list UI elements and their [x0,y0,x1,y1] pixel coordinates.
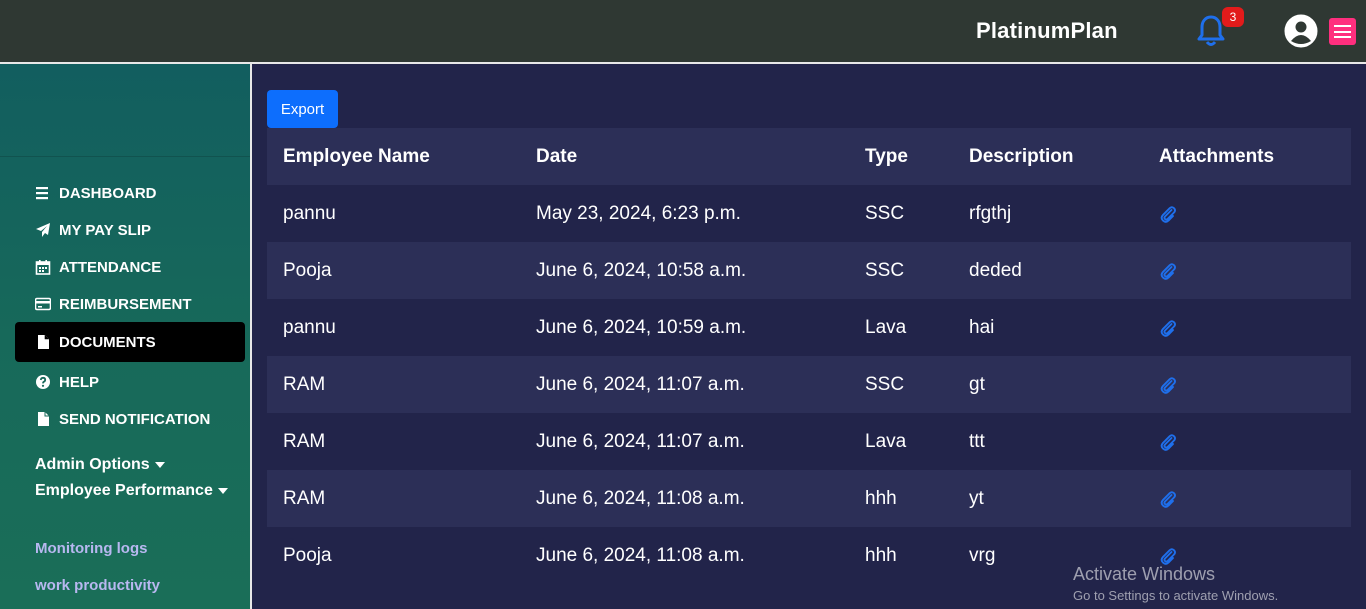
hamburger-line [1334,30,1351,33]
hamburger-menu-icon [1334,25,1351,27]
table-row: pannu May 23, 2024, 6:23 p.m. SSC rfgthj [267,185,1351,242]
calendar-icon [35,259,51,275]
brand-title[interactable]: PlatinumPlan [976,18,1118,44]
activate-windows-title: Activate Windows [1073,564,1216,584]
monitoring-logs-link[interactable]: Monitoring logs [35,540,147,557]
description-cell: deded [969,259,1022,281]
caret-down-icon [217,488,228,494]
bars-icon [35,185,51,201]
column-header-type[interactable]: Type [865,128,908,185]
attachment-link[interactable] [1159,242,1177,299]
sidebar-item-label: REIMBURSEMENT [59,295,192,313]
employee-performance-dropdown[interactable]: Employee Performance [35,482,228,500]
caret-down-icon [154,462,165,468]
file-icon [35,411,51,427]
description-cell: hai [969,316,995,338]
credit-card-icon [35,296,51,312]
date-cell: June 6, 2024, 11:07 a.m. [536,373,745,395]
description-cell: yt [969,487,984,509]
type-cell: SSC [865,202,905,224]
column-header-attachments[interactable]: Attachments [1159,128,1274,185]
attachment-link[interactable] [1159,356,1177,413]
sidebar-item-attendance[interactable]: ATTENDANCE [15,248,245,286]
employee-name-cell: RAM [283,487,326,509]
employee-performance-label: Employee Performance [35,482,213,499]
date-cell: June 6, 2024, 11:07 a.m. [536,430,745,452]
employee-name-cell: Pooja [283,544,332,566]
paperclip-icon [1160,490,1176,508]
description-cell: gt [969,373,985,395]
question-circle-icon [35,374,51,390]
column-header-description[interactable]: Description [969,128,1074,185]
employee-name-cell: RAM [283,430,326,452]
attachment-link[interactable] [1159,299,1177,356]
sidebar-item-label: DOCUMENTS [59,333,156,351]
table-row: RAM June 6, 2024, 11:08 a.m. hhh yt [267,470,1351,527]
paperclip-icon [1160,262,1176,280]
employee-name-cell: pannu [283,316,336,338]
table-row: RAM June 6, 2024, 11:07 a.m. SSC gt [267,356,1351,413]
admin-options-label: Admin Options [35,456,150,473]
table-row: pannu June 6, 2024, 10:59 a.m. Lava hai [267,299,1351,356]
column-header-employee-name[interactable]: Employee Name [283,128,430,185]
attachment-link[interactable] [1159,185,1177,242]
date-cell: May 23, 2024, 6:23 p.m. [536,202,741,224]
hamburger-menu-button[interactable] [1329,18,1356,45]
sidebar-item-label: MY PAY SLIP [59,221,151,239]
description-cell: rfgthj [969,202,1012,224]
sidebar-item-label: SEND NOTIFICATION [59,410,211,428]
description-cell: vrg [969,544,996,566]
admin-options-dropdown[interactable]: Admin Options [35,456,165,474]
user-circle-icon[interactable] [1284,14,1318,48]
table-row: RAM June 6, 2024, 11:07 a.m. Lava ttt [267,413,1351,470]
date-cell: June 6, 2024, 11:08 a.m. [536,487,745,509]
sidebar-divider [0,156,250,157]
type-cell: Lava [865,316,907,338]
attachment-link[interactable] [1159,413,1177,470]
paperclip-icon [1160,433,1176,451]
sidebar-item-help[interactable]: HELP [15,363,245,401]
sidebar-item-label: ATTENDANCE [59,258,162,276]
paperclip-icon [1160,205,1176,223]
date-cell: June 6, 2024, 10:59 a.m. [536,316,747,338]
date-cell: June 6, 2024, 11:08 a.m. [536,544,745,566]
type-cell: SSC [865,373,905,395]
export-button[interactable]: Export [267,90,338,128]
paperclip-icon [1160,319,1176,337]
date-cell: June 6, 2024, 10:58 a.m. [536,259,747,281]
type-cell: hhh [865,487,897,509]
sidebar-item-send-notification[interactable]: SEND NOTIFICATION [15,400,245,438]
sidebar-item-reimbursement[interactable]: REIMBURSEMENT [15,285,245,323]
column-header-date[interactable]: Date [536,128,577,185]
work-productivity-link[interactable]: work productivity [35,577,160,594]
top-navbar: PlatinumPlan 3 [0,0,1366,62]
employee-name-cell: pannu [283,202,336,224]
sidebar-item-documents[interactable]: DOCUMENTS [15,322,245,362]
table-row: Pooja June 6, 2024, 10:58 a.m. SSC deded [267,242,1351,299]
file-icon [35,334,51,350]
attachment-link[interactable] [1159,470,1177,527]
notification-badge: 3 [1222,7,1244,27]
sidebar-item-my-pay-slip[interactable]: MY PAY SLIP [15,211,245,249]
paper-plane-icon [35,222,51,238]
description-cell: ttt [969,430,985,452]
table-header-row: Employee Name Date Type Description Atta… [267,128,1351,185]
paperclip-icon [1160,376,1176,394]
employee-name-cell: RAM [283,373,326,395]
sidebar-item-dashboard[interactable]: DASHBOARD [15,174,245,212]
activate-windows-subtitle: Go to Settings to activate Windows. [1073,588,1279,603]
hamburger-line [1334,36,1351,38]
sidebar-item-label: HELP [59,373,100,391]
type-cell: Lava [865,430,907,452]
sidebar-item-label: DASHBOARD [59,184,157,202]
paperclip-icon [1160,547,1176,565]
type-cell: hhh [865,544,897,566]
employee-name-cell: Pooja [283,259,332,281]
type-cell: SSC [865,259,905,281]
